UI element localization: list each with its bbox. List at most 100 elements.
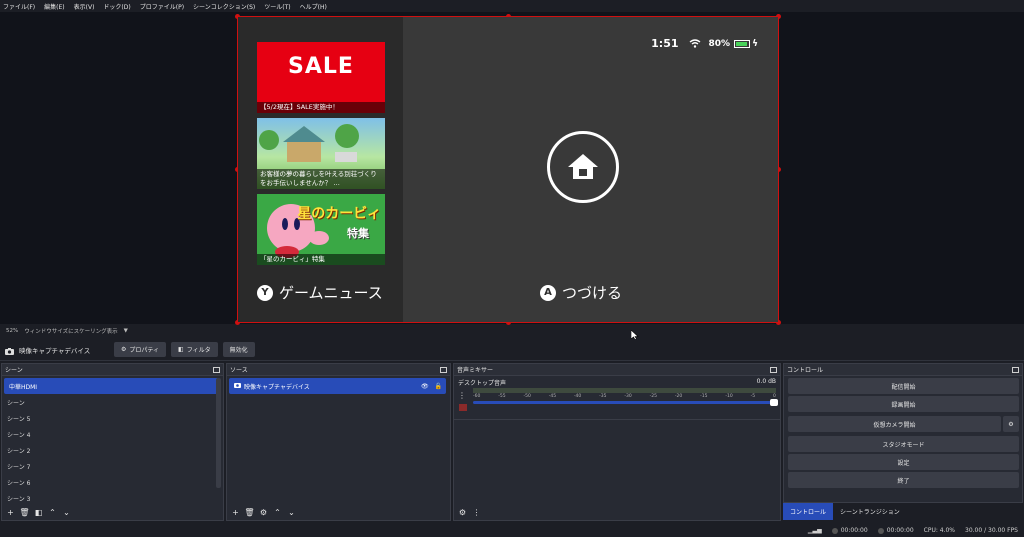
disable-button[interactable]: 無効化 [222, 342, 255, 357]
undock-icon[interactable] [770, 366, 777, 373]
gear-icon[interactable]: ⚙ [457, 507, 468, 518]
record-status: 00:00:00 [877, 527, 914, 534]
controls-dock: コントロール 配信開始 録画開始 仮想カメラ開始 ⚙ スタジオモード 設定 終了 [783, 363, 1023, 503]
game-news-label: ゲームニュース [279, 284, 383, 302]
menu-docks[interactable]: ドック(D) [103, 2, 130, 11]
trash-icon[interactable]: 🗑 [244, 507, 255, 518]
add-icon[interactable]: + [5, 507, 16, 518]
settings-button[interactable]: 設定 [788, 454, 1019, 470]
start-recording-button[interactable]: 録画開始 [788, 396, 1019, 412]
speaker-icon[interactable] [459, 404, 467, 411]
kirby-logo-text: 星のカービィ [297, 206, 381, 222]
chevron-up-icon[interactable]: ⌃ [272, 507, 283, 518]
source-label: 映像キャプチャデバイス [244, 383, 310, 391]
exit-button[interactable]: 終了 [788, 472, 1019, 488]
scene-item[interactable]: シーン [2, 394, 223, 410]
cpu-usage: CPU: 4.0% [923, 527, 956, 534]
menu-edit[interactable]: 編集(E) [44, 2, 64, 11]
tab-scene-transitions[interactable]: シーントランジション [833, 503, 907, 520]
properties-button[interactable]: ⚙ プロパティ [114, 342, 167, 357]
source-toolbar: 映像キャプチャデバイス ⚙ プロパティ ◧ フィルタ 無効化 [0, 339, 1024, 361]
trash-icon[interactable]: 🗑 [19, 507, 30, 518]
kirby-feature-text: 特集 [347, 227, 369, 240]
tab-controls[interactable]: コントロール [783, 503, 834, 520]
add-icon[interactable]: + [230, 507, 241, 518]
chevron-up-icon[interactable]: ⌃ [47, 507, 58, 518]
selected-source-name: 映像キャプチャデバイス [19, 346, 91, 355]
menu-tools[interactable]: ツール(T) [264, 2, 290, 11]
filter-icon[interactable]: ◧ [33, 507, 44, 518]
controls-dock-header: コントロール [784, 364, 1022, 376]
scene-item[interactable]: 中華HDMI [4, 378, 219, 394]
camera-icon [5, 340, 14, 359]
source-item[interactable]: 映像キャプチャデバイス 👁 🔓 [229, 378, 446, 394]
switch-status-bar: 1:51 80% ϟ [651, 37, 758, 50]
scenes-toolbar: + 🗑 ◧ ⌃ ⌄ [2, 504, 223, 520]
preview-scale-bar: 52% ウィンドウサイズにスケーリング表示 ▼ [0, 325, 1024, 337]
studio-mode-button[interactable]: スタジオモード [788, 436, 1019, 452]
eye-icon[interactable]: 👁 [421, 383, 429, 390]
news-tile-kirby: 星のカービィ 特集 「星のカービィ」特集 [257, 194, 385, 265]
scene-item[interactable]: シーン 4 [2, 426, 223, 442]
capture-source-canvas[interactable]: SALE 【5/2現在】SALE実施中！ お客様の夢の暮らしを叶える別荘づくりを… [235, 14, 781, 325]
channel-level: 0.0 dB [756, 378, 776, 385]
undock-icon[interactable] [213, 366, 220, 373]
disable-label: 無効化 [229, 347, 248, 354]
dock-tabs: コントロール シーントランジション [783, 503, 907, 520]
menu-view[interactable]: 表示(V) [74, 2, 95, 11]
continue-hint: A つづける [540, 282, 622, 303]
undock-icon[interactable] [440, 366, 447, 373]
filter-icon: ◧ [178, 346, 184, 353]
mixer-title: 音声ミキサー [457, 367, 494, 374]
scene-item[interactable]: シーン 7 [2, 458, 223, 474]
home-icon [547, 131, 619, 203]
news-caption: お客様の夢の暮らしを叶える別荘づくりをお手伝いしませんか？ … [257, 169, 385, 189]
mixer-dock-header: 音声ミキサー [454, 364, 780, 376]
y-button-icon: Y [257, 284, 273, 301]
chevron-down-icon[interactable]: ⌄ [286, 507, 297, 518]
volume-meter [473, 388, 776, 393]
record-indicator-icon [877, 527, 884, 534]
controls-title: コントロール [787, 367, 824, 374]
mixer-channel-header: デスクトップ音声 0.0 dB [454, 376, 780, 387]
audio-mixer-dock: 音声ミキサー デスクトップ音声 0.0 dB ⋮ -60 -55 -50 -45 -40… [453, 363, 781, 521]
scale-dropdown-icon[interactable]: ▼ [124, 328, 128, 334]
lock-icon[interactable]: 🔓 [435, 383, 442, 390]
gear-icon[interactable]: ⚙ [258, 507, 269, 518]
volume-slider-handle[interactable] [770, 399, 778, 406]
menu-file[interactable]: ファイル(F) [3, 2, 35, 11]
undock-icon[interactable] [1012, 366, 1019, 373]
scene-item[interactable]: シーン 6 [2, 474, 223, 490]
menu-help[interactable]: ヘルプ(H) [300, 2, 327, 11]
filters-button[interactable]: ◧ フィルタ [171, 342, 218, 357]
news-tile-sale: SALE 【5/2現在】SALE実施中！ [257, 42, 385, 113]
status-bar: ▁▃▅ 00:00:00 00:00:00 CPU: 4.0% 30.00 / … [0, 524, 1024, 537]
chevron-down-icon[interactable]: ⌄ [61, 507, 72, 518]
scene-item[interactable]: シーン 5 [2, 410, 223, 426]
start-streaming-button[interactable]: 配信開始 [788, 378, 1019, 394]
start-virtual-camera-button[interactable]: 仮想カメラ開始 [788, 416, 1001, 432]
sale-banner-text: SALE [288, 54, 354, 79]
scenes-scrollbar[interactable] [216, 378, 221, 488]
scale-mode[interactable]: ウィンドウサイズにスケーリング表示 [24, 327, 117, 335]
sources-title: ソース [230, 367, 248, 374]
gear-icon: ⚙ [121, 346, 127, 353]
preview-area[interactable]: SALE 【5/2現在】SALE実施中！ お客様の夢の暮らしを叶える別荘づくりを… [0, 12, 1024, 341]
menu-profile[interactable]: プロファイル(P) [140, 2, 184, 11]
scene-item[interactable]: シーン 2 [2, 442, 223, 458]
gear-icon[interactable]: ⚙ [1003, 416, 1019, 432]
more-options-icon[interactable]: ⋮ [458, 391, 466, 400]
a-button-icon: A [540, 284, 556, 301]
fps-readout: 30.00 / 30.00 FPS [965, 527, 1018, 534]
stream-status: 00:00:00 [831, 527, 868, 534]
volume-slider[interactable] [473, 399, 778, 406]
sources-dock: ソース 映像キャプチャデバイス 👁 🔓 + 🗑 ⚙ ⌃ ⌄ [226, 363, 451, 521]
continue-label: つづける [562, 284, 623, 302]
wifi-icon [689, 39, 700, 48]
news-column: SALE 【5/2現在】SALE実施中！ お客様の夢の暮らしを叶える別荘づくりを… [238, 17, 403, 322]
game-news-hint: Y ゲームニュース [257, 282, 383, 303]
meter-scale: -60 -55 -50 -45 -40 -35 -30 -25 -20 -15 -10 -5 0 [473, 394, 776, 399]
switch-home-panel: 1:51 80% ϟ A つづける [403, 17, 778, 322]
more-options-icon[interactable]: ⋮ [471, 507, 482, 518]
menu-scene-collection[interactable]: シーンコレクション(S) [193, 2, 255, 11]
